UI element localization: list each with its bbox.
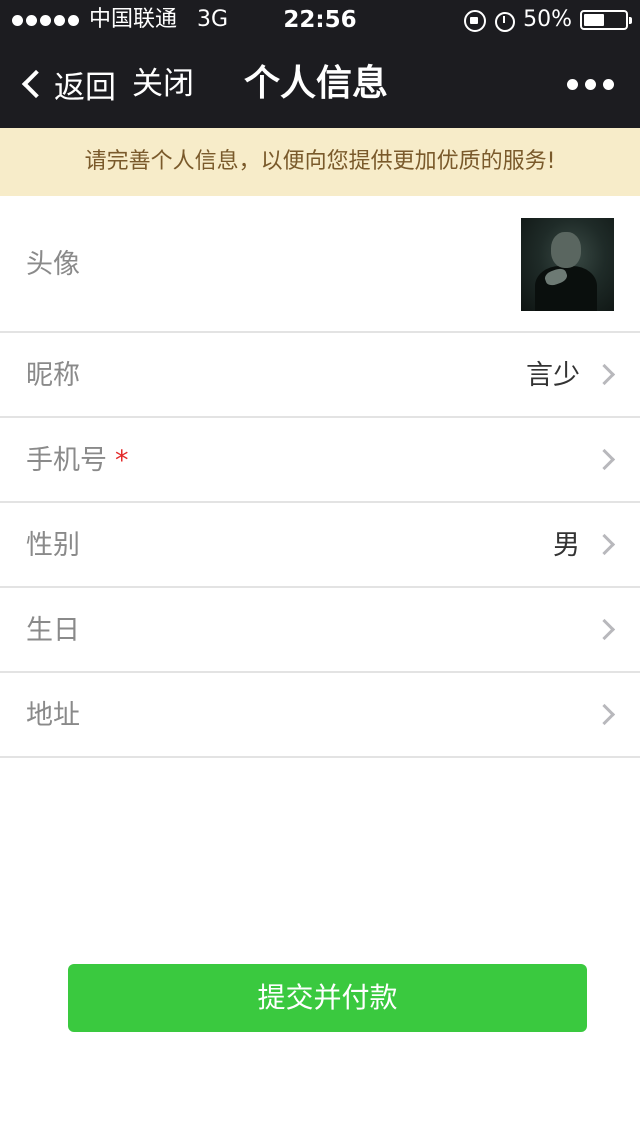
chevron-right-icon [593, 448, 616, 471]
signal-strength-icon [12, 14, 79, 26]
phone-label-text: 手机号 [26, 445, 107, 476]
notice-banner: 请完善个人信息，以便向您提供更加优质的服务! [0, 128, 640, 196]
row-gender[interactable]: 性别 男 [0, 503, 640, 588]
avatar[interactable] [521, 218, 614, 311]
nav-bar: 返回 关闭 个人信息 [0, 40, 640, 128]
status-bar-right: 50% [463, 0, 632, 40]
row-label-nickname: 昵称 [26, 360, 80, 391]
row-phone[interactable]: 手机号 * [0, 418, 640, 503]
chevron-right-icon [593, 703, 616, 726]
row-label-phone: 手机号 * [26, 418, 129, 503]
back-button[interactable]: 返回 [18, 40, 116, 128]
row-birthday[interactable]: 生日 [0, 588, 640, 673]
row-avatar[interactable]: 头像 [0, 196, 640, 333]
chevron-right-icon [593, 618, 616, 641]
network-type: 3G [197, 7, 229, 32]
row-label-birthday: 生日 [26, 615, 80, 646]
alarm-icon [493, 9, 516, 32]
battery-percent: 50% [523, 7, 572, 32]
battery-level [584, 14, 604, 26]
carrier-name: 中国联通 [89, 7, 178, 32]
row-nickname[interactable]: 昵称 言少 [0, 333, 640, 418]
chevron-right-icon [593, 363, 616, 386]
more-options-icon[interactable] [567, 40, 614, 128]
required-mark: * [115, 445, 129, 476]
page-title: 个人信息 [244, 63, 389, 104]
battery-icon [580, 10, 632, 30]
nickname-value: 言少 [526, 360, 580, 391]
status-bar-left: 中国联通 3G [12, 0, 228, 40]
profile-list: 头像 昵称 言少 手机号 * 性别 男 生日 地址 [0, 196, 640, 758]
close-button[interactable]: 关闭 [132, 40, 194, 128]
chevron-right-icon [593, 533, 616, 556]
gender-value: 男 [553, 530, 580, 561]
chevron-left-icon [21, 69, 51, 99]
rotation-lock-icon [463, 9, 487, 32]
row-address[interactable]: 地址 [0, 673, 640, 758]
status-bar: 中国联通 3G 22:56 50% [0, 0, 640, 40]
row-label-gender: 性别 [26, 530, 80, 561]
back-label: 返回 [54, 69, 116, 106]
submit-and-pay-button[interactable]: 提交并付款 [68, 964, 587, 1032]
row-label-avatar: 头像 [26, 249, 80, 280]
row-label-address: 地址 [26, 700, 80, 731]
